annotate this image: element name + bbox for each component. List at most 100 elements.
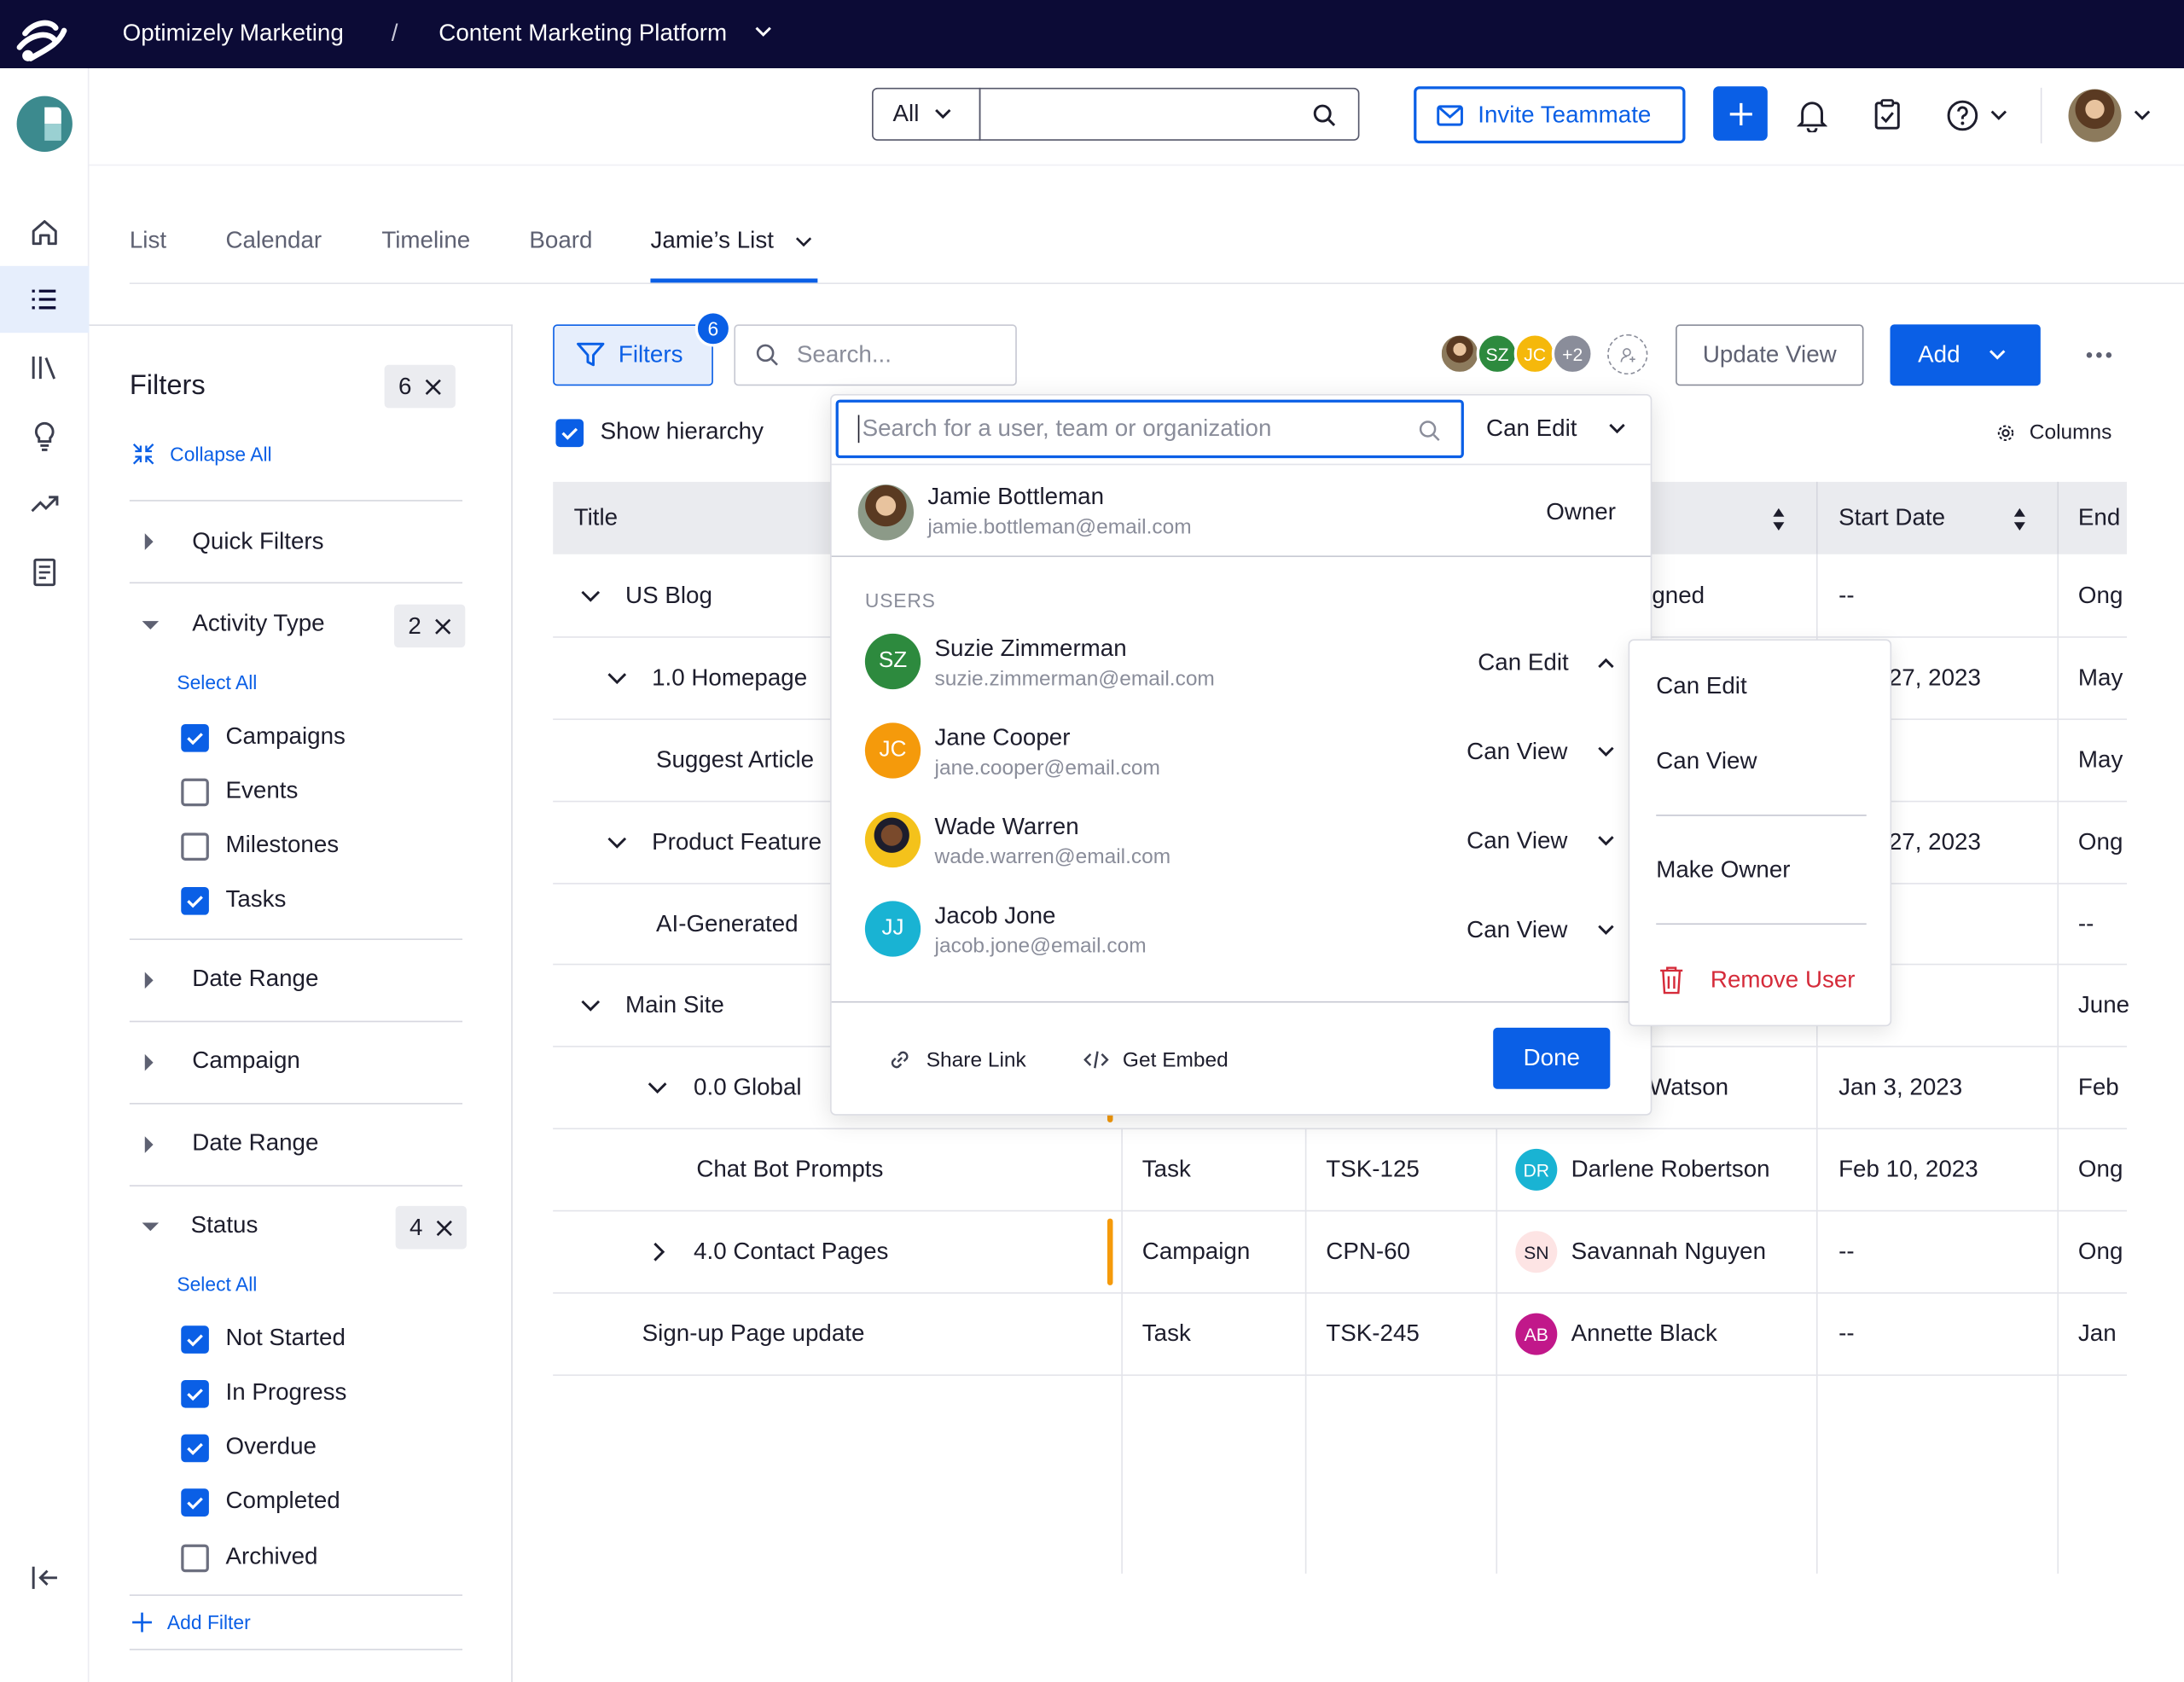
user-permission-select[interactable]: Can View — [1467, 916, 1567, 944]
checkbox-not-started[interactable] — [181, 1325, 209, 1354]
chevron-down-icon[interactable] — [1596, 745, 1616, 758]
columns-button[interactable]: Columns — [1996, 420, 2111, 444]
home-icon[interactable] — [22, 211, 67, 255]
checkbox-events[interactable] — [181, 778, 209, 807]
row-title[interactable]: US Blog — [625, 582, 712, 610]
row-title[interactable]: Suggest Article — [656, 746, 814, 774]
sort-icon[interactable] — [1772, 507, 1786, 531]
status-count-badge[interactable]: 4 — [395, 1205, 468, 1250]
collapse-sidebar-icon[interactable] — [22, 1556, 67, 1600]
row-title[interactable]: 4.0 Contact Pages — [694, 1238, 888, 1266]
bell-icon[interactable] — [1797, 99, 1828, 133]
share-search-input[interactable]: Search for a user, team or organization — [835, 399, 1464, 459]
sort-icon[interactable] — [2013, 507, 2026, 531]
done-button[interactable]: Done — [1493, 1027, 1611, 1089]
activity-type-section[interactable]: Activity Type — [192, 610, 324, 638]
add-button[interactable]: Add — [1890, 324, 2041, 386]
option-in-progress[interactable]: In Progress — [225, 1378, 346, 1406]
add-filter-button[interactable]: Add Filter — [131, 1611, 251, 1633]
checkbox-in-progress[interactable] — [181, 1379, 209, 1408]
lightbulb-icon[interactable] — [22, 414, 67, 458]
tab-calendar[interactable]: Calendar — [225, 227, 322, 255]
analytics-icon[interactable] — [22, 482, 67, 526]
caret-right-icon[interactable] — [143, 971, 154, 990]
shared-user-avatar[interactable] — [1438, 333, 1481, 375]
shared-user-avatar[interactable]: JC — [1513, 333, 1556, 375]
update-view-button[interactable]: Update View — [1676, 324, 1864, 386]
chevron-down-icon[interactable] — [606, 671, 628, 685]
menu-can-view[interactable]: Can View — [1656, 748, 1757, 776]
chevron-down-icon[interactable] — [1989, 108, 2008, 122]
chevron-down-icon[interactable] — [579, 589, 601, 603]
tab-board[interactable]: Board — [529, 227, 592, 255]
more-icon[interactable] — [2085, 351, 2113, 359]
column-title[interactable]: Title — [574, 504, 618, 532]
date-range-section-2[interactable]: Date Range — [192, 1129, 318, 1157]
share-link-button[interactable]: Share Link — [887, 1047, 1026, 1072]
search-scope-select[interactable]: All — [872, 87, 981, 141]
clipboard-icon[interactable] — [1872, 97, 1902, 130]
document-icon[interactable] — [22, 550, 67, 594]
row-title[interactable]: Sign-up Page update — [642, 1320, 865, 1348]
option-tasks[interactable]: Tasks — [225, 885, 286, 914]
option-archived[interactable]: Archived — [225, 1543, 317, 1571]
search-icon[interactable] — [1312, 103, 1337, 128]
menu-remove-user[interactable]: Remove User — [1711, 966, 1856, 995]
checkbox-tasks[interactable] — [181, 886, 209, 915]
trash-icon[interactable] — [1658, 965, 1683, 995]
status-section[interactable]: Status — [191, 1211, 258, 1239]
chevron-down-icon[interactable] — [606, 836, 628, 850]
library-icon[interactable] — [22, 345, 67, 390]
global-search-input[interactable] — [979, 87, 1360, 141]
column-end-date[interactable]: End — [2078, 504, 2120, 532]
list-icon[interactable] — [22, 277, 67, 322]
row-title[interactable]: 1.0 Homepage — [652, 664, 807, 693]
column-start-date[interactable]: Start Date — [1838, 504, 1945, 532]
chevron-down-icon[interactable] — [753, 25, 773, 38]
optimizely-logo-icon[interactable] — [14, 6, 73, 65]
user-permission-select[interactable]: Can View — [1467, 827, 1567, 856]
menu-can-edit[interactable]: Can Edit — [1656, 673, 1746, 701]
select-all-activity[interactable]: Select All — [177, 671, 257, 693]
checkbox-campaigns[interactable] — [181, 723, 209, 752]
tab-list[interactable]: List — [130, 227, 166, 255]
chevron-down-icon[interactable] — [1596, 923, 1616, 937]
option-not-started[interactable]: Not Started — [225, 1325, 345, 1353]
row-title[interactable]: Main Site — [625, 991, 724, 1019]
shared-user-avatar[interactable]: SZ — [1476, 333, 1519, 375]
chevron-down-icon[interactable] — [647, 1081, 669, 1094]
tab-jamies-list[interactable]: Jamie’s List — [650, 227, 773, 255]
activity-type-count-badge[interactable]: 2 — [394, 604, 467, 648]
row-title[interactable]: Chat Bot Prompts — [696, 1156, 883, 1184]
product-name[interactable]: Optimizely Marketing — [123, 20, 344, 48]
user-permission-select[interactable]: Can View — [1467, 738, 1567, 766]
help-icon[interactable] — [1946, 99, 1979, 132]
option-completed[interactable]: Completed — [225, 1488, 340, 1516]
campaign-section[interactable]: Campaign — [192, 1047, 300, 1076]
collapse-all-button[interactable]: Collapse All — [131, 442, 272, 467]
option-overdue[interactable]: Overdue — [225, 1433, 316, 1461]
option-campaigns[interactable]: Campaigns — [225, 722, 345, 751]
filters-button[interactable]: Filters — [553, 324, 713, 386]
menu-make-owner[interactable]: Make Owner — [1656, 856, 1790, 884]
close-icon[interactable] — [426, 378, 443, 395]
caret-down-icon[interactable] — [141, 1221, 160, 1232]
show-hierarchy-checkbox[interactable] — [555, 419, 584, 448]
row-title[interactable]: 0.0 Global — [694, 1074, 802, 1102]
checkbox-completed[interactable] — [181, 1488, 209, 1517]
chevron-down-icon[interactable] — [1596, 834, 1616, 848]
close-icon[interactable] — [437, 1219, 454, 1236]
caret-right-icon[interactable] — [143, 1135, 154, 1155]
select-all-status[interactable]: Select All — [177, 1273, 257, 1295]
invite-teammate-button[interactable]: Invite Teammate — [1414, 86, 1686, 144]
option-events[interactable]: Events — [225, 777, 298, 805]
chevron-down-icon[interactable] — [2133, 108, 2152, 122]
list-search-input[interactable]: Search... — [734, 324, 1017, 386]
caret-right-icon[interactable] — [143, 532, 154, 552]
chevron-down-icon[interactable] — [579, 999, 601, 1012]
chevron-right-icon[interactable] — [652, 1241, 665, 1263]
create-button[interactable] — [1713, 86, 1768, 141]
filters-count-badge[interactable]: 6 — [384, 364, 456, 409]
checkbox-archived[interactable] — [181, 1544, 209, 1573]
platform-switcher[interactable]: Content Marketing Platform — [439, 20, 727, 48]
